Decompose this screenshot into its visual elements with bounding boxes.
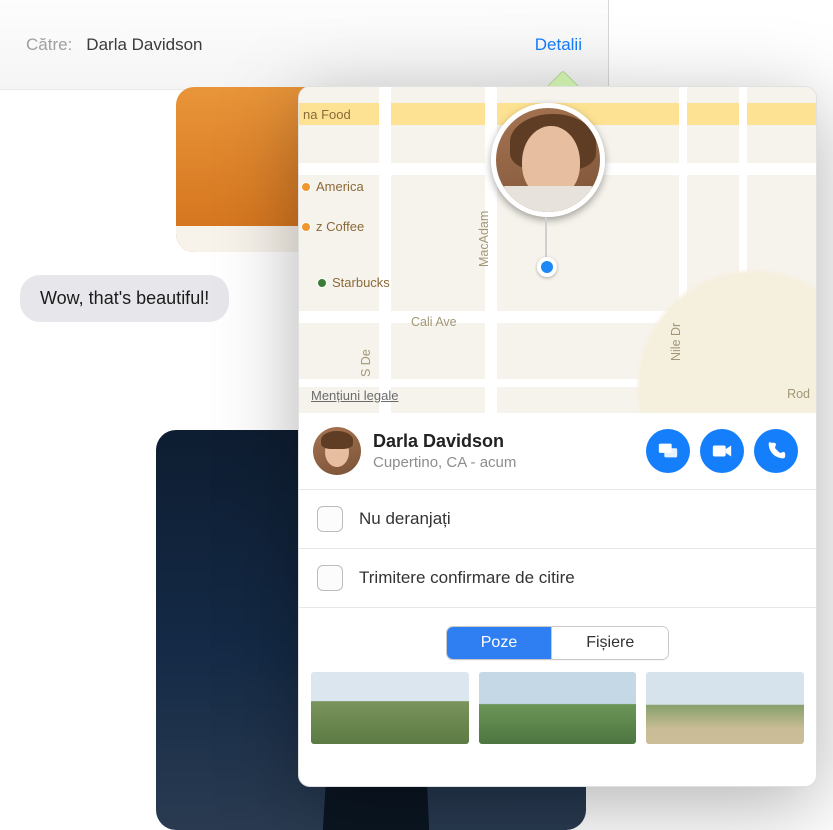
map-poi: America bbox=[301, 179, 364, 194]
map-street-label: Nile Dr bbox=[669, 323, 683, 361]
video-icon bbox=[711, 440, 733, 462]
audio-call-button[interactable] bbox=[754, 429, 798, 473]
phone-icon bbox=[765, 440, 787, 462]
screen-share-icon bbox=[657, 440, 679, 462]
segmented-control: Poze Fișiere bbox=[446, 626, 669, 660]
photo-grid bbox=[299, 672, 816, 756]
popover-body: Cali Ave S De MacAdam Nile Dr Rod na Foo… bbox=[298, 86, 817, 787]
contact-header-row: Darla Davidson Cupertino, CA - acum bbox=[299, 413, 816, 489]
messages-header: Către: Darla Davidson Detalii bbox=[0, 0, 608, 90]
map-street-label: Cali Ave bbox=[411, 315, 457, 329]
to-recipient-name[interactable]: Darla Davidson bbox=[86, 35, 202, 55]
poi-dot-icon bbox=[317, 278, 327, 288]
read-receipt-label: Trimitere confirmare de citire bbox=[359, 568, 575, 588]
map-street-label: Rod bbox=[787, 387, 810, 401]
segment-files[interactable]: Fișiere bbox=[551, 627, 668, 659]
photo-thumbnail[interactable] bbox=[311, 672, 469, 744]
read-receipt-checkbox[interactable] bbox=[317, 565, 343, 591]
map-street-label: MacAdam bbox=[477, 211, 491, 267]
photo-thumbnail[interactable] bbox=[646, 672, 804, 744]
location-map[interactable]: Cali Ave S De MacAdam Nile Dr Rod na Foo… bbox=[299, 87, 816, 413]
segment-photos[interactable]: Poze bbox=[447, 627, 551, 659]
map-street-label: S De bbox=[359, 349, 373, 377]
screen-share-button[interactable] bbox=[646, 429, 690, 473]
poi-dot-icon bbox=[301, 222, 311, 232]
contact-name: Darla Davidson bbox=[373, 431, 634, 452]
poi-dot-icon bbox=[301, 182, 311, 192]
photo-thumbnail[interactable] bbox=[479, 672, 637, 744]
map-poi: Starbucks bbox=[317, 275, 390, 290]
incoming-message-bubble[interactable]: Wow, that's beautiful! bbox=[20, 275, 229, 322]
details-popover: Cali Ave S De MacAdam Nile Dr Rod na Foo… bbox=[298, 86, 817, 787]
contact-location-avatar[interactable] bbox=[491, 103, 605, 217]
location-dot-icon bbox=[537, 257, 557, 277]
dnd-checkbox[interactable] bbox=[317, 506, 343, 532]
dnd-label: Nu deranjați bbox=[359, 509, 451, 529]
map-poi: z Coffee bbox=[301, 219, 364, 234]
contact-location-text: Cupertino, CA - acum bbox=[373, 454, 634, 471]
map-poi: na Food bbox=[303, 107, 351, 122]
do-not-disturb-row: Nu deranjați bbox=[299, 489, 816, 548]
read-receipt-row: Trimitere confirmare de citire bbox=[299, 548, 816, 607]
details-button[interactable]: Detalii bbox=[535, 35, 582, 55]
map-legal-link[interactable]: Mențiuni legale bbox=[311, 388, 398, 403]
contact-avatar[interactable] bbox=[313, 427, 361, 475]
to-label: Către: bbox=[26, 35, 72, 55]
video-call-button[interactable] bbox=[700, 429, 744, 473]
attachments-section: Poze Fișiere bbox=[299, 607, 816, 672]
